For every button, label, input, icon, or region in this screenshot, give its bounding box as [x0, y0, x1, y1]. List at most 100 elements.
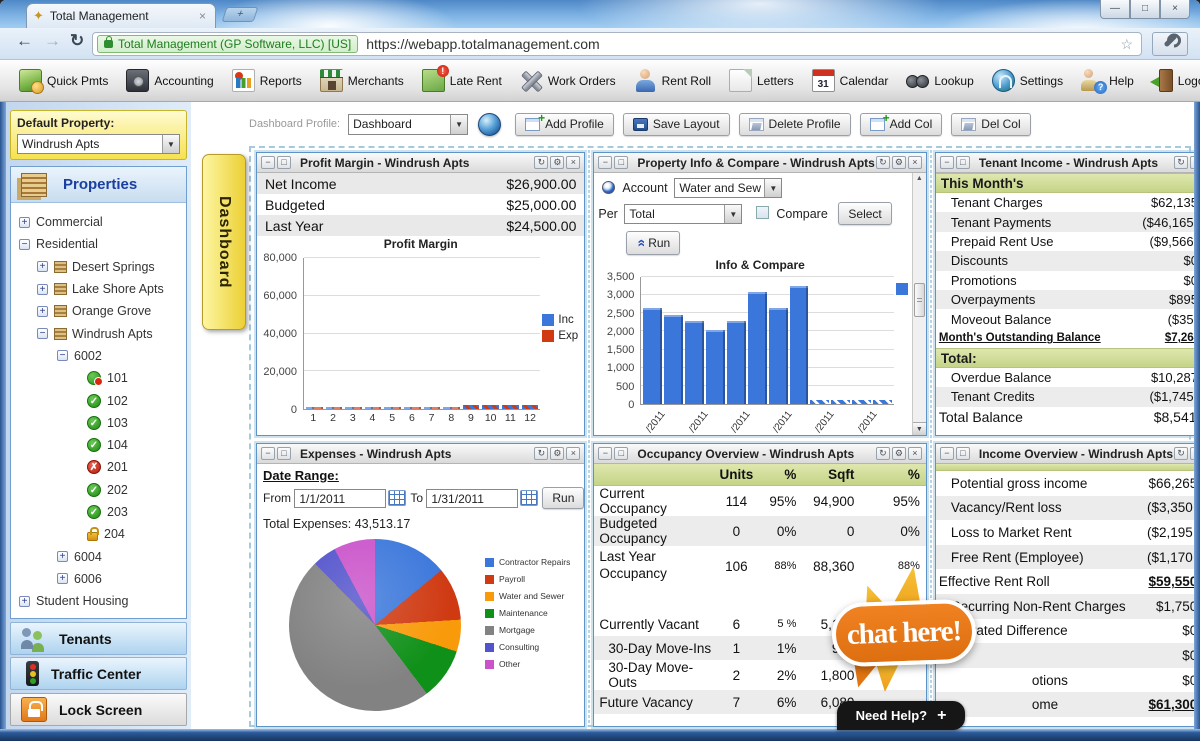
panel-settings-icon[interactable]: ⚙ [550, 447, 564, 460]
toolbar-item-merchants[interactable]: Merchants [313, 66, 411, 95]
to-date-input[interactable]: 1/31/2011 [426, 489, 518, 508]
minimize-panel-icon[interactable]: − [598, 447, 612, 460]
refresh-panel-icon[interactable]: ↻ [876, 156, 890, 169]
browser-tab[interactable]: ✦ Total Management × [26, 3, 216, 28]
maximize-panel-icon[interactable]: □ [277, 447, 291, 460]
tree-item-203[interactable]: ✓203 [11, 501, 186, 523]
maximize-panel-icon[interactable]: □ [956, 447, 970, 460]
account-radio[interactable] [602, 181, 615, 194]
new-tab-button[interactable]: + [222, 7, 259, 22]
dropdown-arrow-icon[interactable]: ▼ [162, 135, 179, 153]
panel-settings-icon[interactable]: ⚙ [550, 156, 564, 169]
maximize-button[interactable]: □ [1130, 0, 1160, 19]
dropdown-arrow-icon[interactable]: ▼ [724, 205, 741, 223]
bookmark-star-icon[interactable]: ☆ [1116, 36, 1137, 53]
close-panel-icon[interactable]: × [908, 156, 922, 169]
expand-icon[interactable]: + [19, 217, 30, 228]
dashboard-vertical-tab[interactable]: Dashboard [202, 154, 246, 330]
scrollbar-thumb[interactable] [914, 283, 925, 317]
toolbar-item-work-orders[interactable]: Work Orders [513, 66, 623, 95]
run-expenses-button[interactable]: Run [542, 487, 584, 509]
minimize-panel-icon[interactable]: − [261, 156, 275, 169]
add-profile-button[interactable]: Add Profile [515, 113, 614, 136]
expand-icon[interactable]: + [37, 284, 48, 295]
panel-scrollbar[interactable]: ▲ ▼ [912, 173, 926, 435]
chat-here-bubble[interactable]: chat here! [831, 599, 977, 668]
back-button[interactable]: ← [16, 31, 33, 51]
default-property-select[interactable]: Windrush Apts ▼ [17, 134, 180, 154]
refresh-panel-icon[interactable]: ↻ [876, 447, 890, 460]
refresh-panel-icon[interactable]: ↻ [534, 447, 548, 460]
toolbar-item-calendar[interactable]: Calendar [805, 66, 896, 95]
maximize-panel-icon[interactable]: □ [956, 156, 970, 169]
expand-icon[interactable]: + [57, 551, 68, 562]
minimize-button[interactable]: — [1100, 0, 1130, 19]
profile-options-icon[interactable] [478, 113, 501, 136]
tree-item-windrush-apts[interactable]: −Windrush Apts [11, 322, 186, 344]
minimize-panel-icon[interactable]: − [261, 447, 275, 460]
dropdown-arrow-icon[interactable]: ▼ [450, 115, 467, 134]
dropdown-arrow-icon[interactable]: ▼ [764, 179, 781, 197]
tree-item-202[interactable]: ✓202 [11, 479, 186, 501]
forward-button[interactable]: → [44, 31, 61, 51]
tree-item-commercial[interactable]: +Commercial [11, 211, 186, 233]
tree-item-104[interactable]: ✓104 [11, 434, 186, 456]
expand-icon[interactable]: + [37, 306, 48, 317]
maximize-panel-icon[interactable]: □ [277, 156, 291, 169]
save-layout-button[interactable]: Save Layout [623, 113, 730, 136]
toolbar-item-reports[interactable]: Reports [225, 66, 309, 95]
maximize-panel-icon[interactable]: □ [614, 447, 628, 460]
tree-item-103[interactable]: ✓103 [11, 412, 186, 434]
panel-settings-icon[interactable]: ⚙ [892, 447, 906, 460]
dashboard-profile-select[interactable]: Dashboard ▼ [348, 114, 468, 135]
minimize-panel-icon[interactable]: − [940, 447, 954, 460]
minimize-panel-icon[interactable]: − [598, 156, 612, 169]
tree-item-lake-shore-apts[interactable]: +Lake Shore Apts [11, 278, 186, 300]
expand-icon[interactable]: + [37, 261, 48, 272]
tree-item-residential[interactable]: −Residential [11, 233, 186, 255]
tree-item-6004[interactable]: +6004 [11, 545, 186, 567]
minimize-panel-icon[interactable]: − [940, 156, 954, 169]
delete-profile-button[interactable]: Delete Profile [739, 113, 851, 136]
toolbar-item-settings[interactable]: Settings [985, 66, 1070, 95]
account-select[interactable]: Water and Sew ▼ [674, 178, 782, 198]
toolbar-item-lookup[interactable]: Lookup [899, 66, 980, 95]
tree-item-6006[interactable]: +6006 [11, 568, 186, 590]
panel-settings-icon[interactable]: ⚙ [892, 156, 906, 169]
collapse-icon[interactable]: − [37, 328, 48, 339]
compare-checkbox[interactable] [756, 206, 769, 219]
refresh-button[interactable]: ↻ [70, 31, 84, 51]
scroll-down-icon[interactable]: ▼ [913, 422, 926, 435]
tree-item-201[interactable]: ✗201 [11, 456, 186, 478]
ev-certificate-badge[interactable]: Total Management (GP Software, LLC) [US] [97, 35, 358, 53]
tree-item-student-housing[interactable]: +Student Housing [11, 590, 186, 612]
refresh-panel-icon[interactable]: ↻ [1174, 447, 1188, 460]
toolbar-item-letters[interactable]: Letters [722, 66, 801, 95]
close-panel-icon[interactable]: × [566, 447, 580, 460]
tree-item-101[interactable]: 101 [11, 367, 186, 389]
tree-item-desert-springs[interactable]: +Desert Springs [11, 256, 186, 278]
traffic-center-button[interactable]: Traffic Center [10, 657, 187, 690]
browser-menu-button[interactable] [1152, 32, 1188, 56]
toolbar-item-rent-roll[interactable]: Rent Roll [627, 66, 718, 95]
from-date-input[interactable]: 1/1/2011 [294, 489, 386, 508]
toolbar-item-help[interactable]: Help [1074, 66, 1141, 95]
toolbar-item-logout[interactable]: Logout [1145, 66, 1200, 95]
close-panel-icon[interactable]: × [566, 156, 580, 169]
tree-item-102[interactable]: ✓102 [11, 389, 186, 411]
calendar-picker-icon[interactable] [520, 490, 538, 506]
del-col-button[interactable]: Del Col [951, 113, 1030, 136]
tenants-button[interactable]: Tenants [10, 622, 187, 655]
per-select[interactable]: Total ▼ [624, 204, 742, 224]
expand-icon[interactable]: + [57, 573, 68, 584]
collapse-icon[interactable]: − [19, 239, 30, 250]
toolbar-item-late-rent[interactable]: Late Rent [415, 66, 509, 95]
tree-item-orange-grove[interactable]: +Orange Grove [11, 300, 186, 322]
toolbar-item-accounting[interactable]: Accounting [119, 66, 220, 95]
close-window-button[interactable]: × [1160, 0, 1190, 19]
toolbar-item-quick-pmts[interactable]: Quick Pmts [12, 66, 115, 95]
close-tab-icon[interactable]: × [196, 9, 209, 23]
add-col-button[interactable]: Add Col [860, 113, 943, 136]
tree-item-6002[interactable]: −6002 [11, 345, 186, 367]
close-panel-icon[interactable]: × [908, 447, 922, 460]
